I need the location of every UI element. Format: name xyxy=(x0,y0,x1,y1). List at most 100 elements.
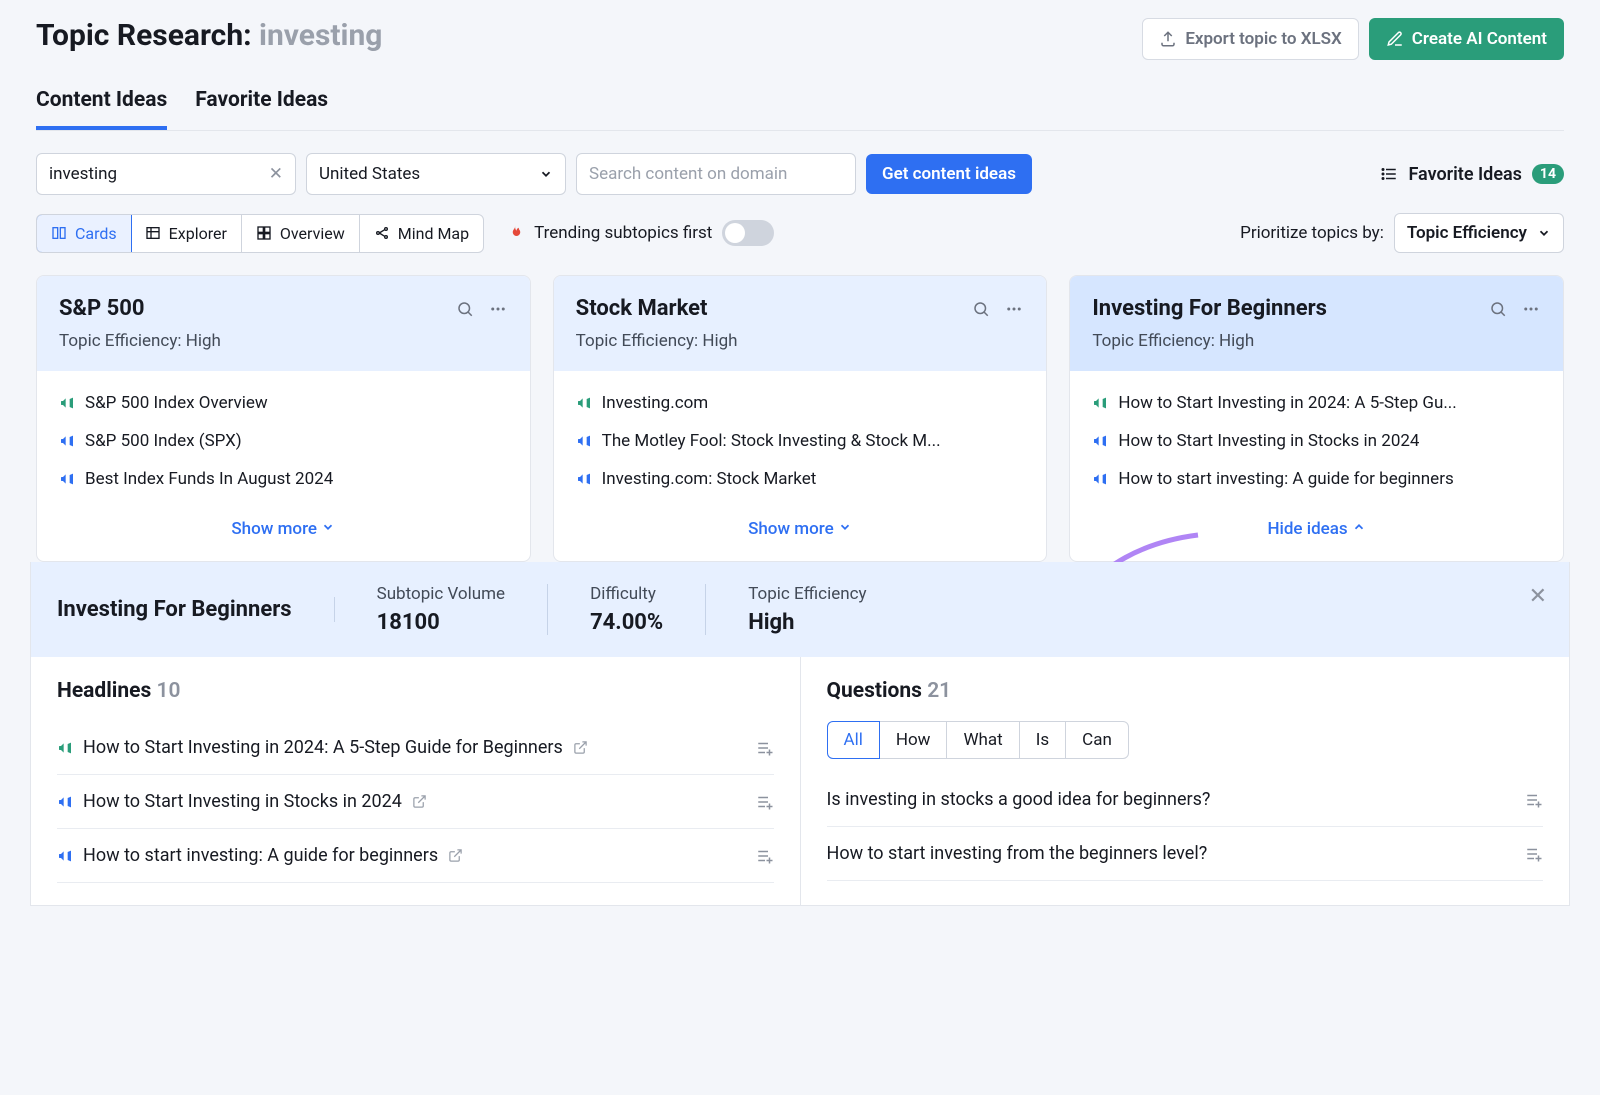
domain-search-input[interactable]: Search content on domain xyxy=(576,153,856,195)
location-select[interactable]: United States xyxy=(306,153,566,195)
idea-item[interactable]: S&P 500 Index (SPX) xyxy=(59,431,508,451)
favorite-ideas-label: Favorite Ideas xyxy=(1408,164,1521,185)
add-to-list-icon[interactable] xyxy=(1525,791,1543,809)
topic-card: Investing For Beginners Topic Efficiency:… xyxy=(1069,275,1564,562)
idea-item[interactable]: Best Index Funds In August 2024 xyxy=(59,469,508,489)
search-icon[interactable] xyxy=(1489,300,1507,318)
question-filter[interactable]: Is xyxy=(1019,721,1066,759)
external-link-icon[interactable] xyxy=(412,794,427,809)
show-more-button[interactable]: Show more xyxy=(37,511,530,561)
location-value: United States xyxy=(319,164,420,184)
trending-label: Trending subtopics first xyxy=(534,223,712,243)
headline-row: How to Start Investing in 2024: A 5-Step… xyxy=(57,721,774,775)
idea-text: How to Start Investing in Stocks in 2024 xyxy=(1118,431,1419,451)
idea-item[interactable]: The Motley Fool: Stock Investing & Stock… xyxy=(576,431,1025,451)
idea-item[interactable]: How to Start Investing in 2024: A 5-Step… xyxy=(1092,393,1541,413)
megaphone-icon xyxy=(57,740,73,756)
add-to-list-icon[interactable] xyxy=(756,793,774,811)
more-icon[interactable] xyxy=(1521,300,1541,318)
add-to-list-icon[interactable] xyxy=(1525,845,1543,863)
question-row: Is investing in stocks a good idea for b… xyxy=(827,773,1544,827)
chevron-down-icon xyxy=(838,520,852,534)
idea-item[interactable]: How to start investing: A guide for begi… xyxy=(1092,469,1541,489)
card-efficiency: Topic Efficiency: High xyxy=(576,331,1025,351)
show-more-button[interactable]: Hide ideas xyxy=(1070,511,1563,561)
idea-item[interactable]: Investing.com: Stock Market xyxy=(576,469,1025,489)
megaphone-icon xyxy=(1092,433,1108,449)
megaphone-icon xyxy=(59,433,75,449)
idea-item[interactable]: How to Start Investing in Stocks in 2024 xyxy=(1092,431,1541,451)
difficulty-label: Difficulty xyxy=(590,584,663,604)
clear-icon[interactable]: ✕ xyxy=(269,164,283,184)
export-button[interactable]: Export topic to XLSX xyxy=(1142,18,1358,60)
eff-value: High xyxy=(748,610,866,635)
topic-input[interactable]: investing ✕ xyxy=(36,153,296,195)
view-explorer[interactable]: Explorer xyxy=(131,215,242,252)
show-more-button[interactable]: Show more xyxy=(554,511,1047,561)
idea-text: Investing.com: Stock Market xyxy=(602,469,817,489)
headline-row: How to Start Investing in Stocks in 2024 xyxy=(57,775,774,829)
view-overview[interactable]: Overview xyxy=(242,215,360,252)
idea-item[interactable]: S&P 500 Index Overview xyxy=(59,393,508,413)
topic-value: investing xyxy=(49,164,117,184)
headline-text[interactable]: How to Start Investing in 2024: A 5-Step… xyxy=(83,737,563,758)
question-filter[interactable]: Can xyxy=(1065,721,1129,759)
view-explorer-label: Explorer xyxy=(169,224,227,243)
favorite-count-badge: 14 xyxy=(1532,164,1564,184)
idea-text: Best Index Funds In August 2024 xyxy=(85,469,333,489)
question-filter[interactable]: All xyxy=(827,721,880,759)
add-to-list-icon[interactable] xyxy=(756,739,774,757)
prioritize-select[interactable]: Topic Efficiency xyxy=(1394,213,1564,253)
close-detail-button[interactable]: ✕ xyxy=(1529,584,1547,609)
chevron-down-icon xyxy=(1537,226,1551,240)
headline-text[interactable]: How to start investing: A guide for begi… xyxy=(83,845,438,866)
topic-card: Stock MarketTopic Efficiency: HighInvest… xyxy=(553,275,1048,562)
view-overview-label: Overview xyxy=(280,224,345,243)
idea-item[interactable]: Investing.com xyxy=(576,393,1025,413)
search-icon[interactable] xyxy=(972,300,990,318)
create-label: Create AI Content xyxy=(1412,29,1547,49)
megaphone-icon xyxy=(576,471,592,487)
question-row: How to start investing from the beginner… xyxy=(827,827,1544,881)
chevron-up-icon xyxy=(1352,520,1366,534)
add-to-list-icon[interactable] xyxy=(756,847,774,865)
more-icon[interactable] xyxy=(1004,300,1024,318)
megaphone-icon xyxy=(576,433,592,449)
idea-text: How to start investing: A guide for begi… xyxy=(1118,469,1453,489)
question-text[interactable]: How to start investing from the beginner… xyxy=(827,843,1208,864)
idea-text: S&P 500 Index (SPX) xyxy=(85,431,242,451)
prioritize-value: Topic Efficiency xyxy=(1407,223,1527,243)
search-icon[interactable] xyxy=(456,300,474,318)
table-icon xyxy=(145,225,161,241)
more-icon[interactable] xyxy=(488,300,508,318)
view-mindmap[interactable]: Mind Map xyxy=(360,215,483,252)
megaphone-icon xyxy=(59,395,75,411)
questions-title: Questions 21 xyxy=(827,679,1544,703)
tab-favorite-ideas[interactable]: Favorite Ideas xyxy=(195,88,328,130)
upload-icon xyxy=(1159,30,1177,48)
export-label: Export topic to XLSX xyxy=(1185,29,1341,49)
prioritize-label: Prioritize topics by: xyxy=(1240,223,1384,243)
tab-content-ideas[interactable]: Content Ideas xyxy=(36,88,167,130)
card-title: S&P 500 xyxy=(59,296,145,321)
question-text[interactable]: Is investing in stocks a good idea for b… xyxy=(827,789,1211,810)
external-link-icon[interactable] xyxy=(448,848,463,863)
topic-card: S&P 500Topic Efficiency: HighS&P 500 Ind… xyxy=(36,275,531,562)
card-efficiency: Topic Efficiency: High xyxy=(1092,331,1541,351)
volume-label: Subtopic Volume xyxy=(377,584,505,604)
edit-icon xyxy=(1386,30,1404,48)
question-filter[interactable]: How xyxy=(879,721,948,759)
page-title: Topic Research: investing xyxy=(36,18,382,53)
idea-text: The Motley Fool: Stock Investing & Stock… xyxy=(602,431,941,451)
view-cards[interactable]: Cards xyxy=(36,214,132,253)
favorite-ideas-link[interactable]: Favorite Ideas 14 xyxy=(1380,164,1564,185)
headline-text[interactable]: How to Start Investing in Stocks in 2024 xyxy=(83,791,402,812)
get-content-ideas-button[interactable]: Get content ideas xyxy=(866,154,1032,194)
external-link-icon[interactable] xyxy=(573,740,588,755)
cards-icon xyxy=(51,225,67,241)
question-filter[interactable]: What xyxy=(946,721,1019,759)
trending-toggle[interactable] xyxy=(722,220,774,246)
view-cards-label: Cards xyxy=(75,224,117,243)
card-title: Investing For Beginners xyxy=(1092,296,1327,321)
create-ai-button[interactable]: Create AI Content xyxy=(1369,18,1564,60)
